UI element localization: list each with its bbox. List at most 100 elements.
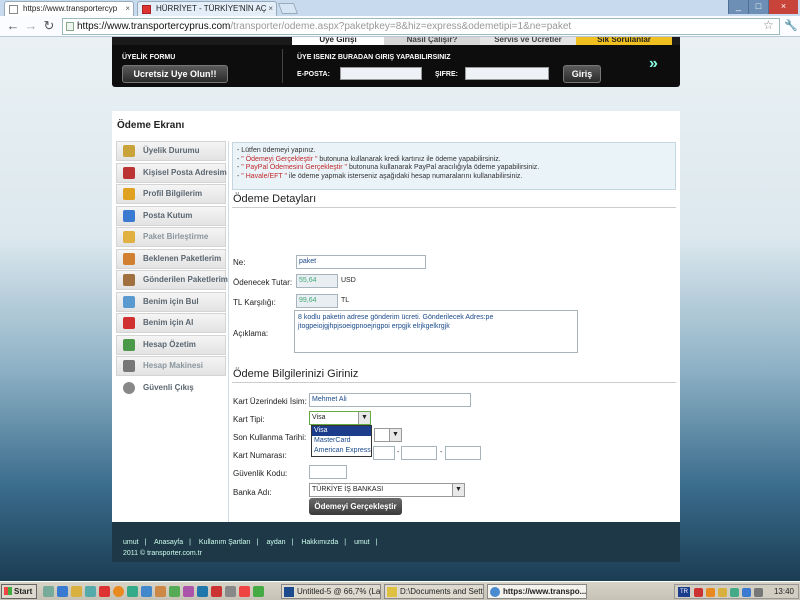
browser-tab-transporter[interactable]: https://www.transportercyp × bbox=[4, 1, 134, 16]
son-kullanma-label: Son Kullanma Tarihi: bbox=[233, 433, 307, 442]
sidebar-item-hesap-makinesi[interactable]: Hesap Makinesi bbox=[116, 356, 226, 376]
aciklama-textarea[interactable]: 8 kodlu paketin adrese gönderim ücreti. … bbox=[294, 310, 578, 353]
star-icon[interactable]: ☆ bbox=[763, 18, 774, 32]
address-bar[interactable]: https://www.transportercyprus.com/transp… bbox=[62, 18, 780, 35]
banka-label: Banka Adı: bbox=[233, 488, 272, 497]
kart-tipi-dropdown[interactable]: Visa MasterCard American Express bbox=[311, 425, 372, 457]
task-explorer[interactable]: D:\Documents and Settin... bbox=[384, 584, 484, 599]
wrench-icon[interactable]: 🔧 bbox=[784, 19, 798, 32]
app-icon[interactable] bbox=[127, 586, 138, 597]
sidebar-item-kisisel-posta-adresim[interactable]: Kişisel Posta Adresim bbox=[116, 162, 227, 183]
tray-icon[interactable] bbox=[694, 588, 703, 597]
option-american-express[interactable]: American Express bbox=[312, 446, 371, 456]
reload-icon[interactable]: ↻ bbox=[40, 18, 58, 34]
submit-payment-button[interactable]: Ödemeyi Gerçekleştir bbox=[309, 498, 402, 515]
ie-icon[interactable] bbox=[57, 586, 68, 597]
chrome-icon bbox=[490, 587, 500, 597]
tray-icon[interactable] bbox=[742, 588, 751, 597]
sidebar-item-paket-birlestirme[interactable]: Paket Birleştirme bbox=[116, 227, 226, 247]
site-nav: Üye Girişi Nasıl Çalışır? Servis ve Ücre… bbox=[112, 37, 680, 45]
maximize-icon[interactable]: □ bbox=[748, 0, 768, 14]
browser-tab-hurriyet[interactable]: HÜRRİYET - TÜRKİYE'NİN AÇ × bbox=[137, 1, 277, 16]
sidebar-item-gonderilen-paketlerim[interactable]: Gönderilen Paketlerim bbox=[116, 270, 228, 290]
start-button[interactable]: Start bbox=[1, 584, 37, 599]
ne-input[interactable]: paket bbox=[296, 255, 426, 269]
tray-icon[interactable] bbox=[706, 588, 715, 597]
son-kullanma-year-select[interactable]: ▼ bbox=[374, 428, 402, 442]
incoming-package-icon bbox=[123, 252, 135, 265]
free-signup-button[interactable]: Ucretsiz Uye Olun!! bbox=[122, 65, 228, 83]
taskbar: Start Untitled-5 @ 66,7% (Lay... D:\Docu… bbox=[0, 581, 800, 600]
sidebar-item-guvenli-cikis[interactable]: Güvenli Çıkış bbox=[116, 377, 226, 398]
close-tab-icon[interactable]: × bbox=[268, 4, 273, 13]
forward-icon[interactable]: → bbox=[22, 18, 40, 34]
kart-no-input-3[interactable] bbox=[401, 446, 437, 460]
close-window-icon[interactable]: × bbox=[768, 0, 798, 14]
password-label: ŞIFRE: bbox=[435, 71, 458, 78]
app-icon[interactable] bbox=[225, 586, 236, 597]
window-controls: _ □ × bbox=[728, 0, 798, 14]
desktop-icon[interactable] bbox=[43, 586, 54, 597]
login-button[interactable]: Giriş bbox=[563, 65, 601, 83]
double-chevron-right-icon[interactable]: » bbox=[649, 55, 658, 73]
sidebar: Üyelik Durumu Kişisel Posta Adresim Prof… bbox=[116, 141, 228, 399]
app-icon[interactable] bbox=[141, 586, 152, 597]
nav-servis-ucretler[interactable]: Servis ve Ücretler bbox=[480, 37, 576, 45]
app-icon[interactable] bbox=[169, 586, 180, 597]
kart-no-input-2[interactable] bbox=[373, 446, 395, 460]
footer-link-hakkimizda[interactable]: Hakkımızda bbox=[301, 539, 338, 546]
language-indicator[interactable]: TR bbox=[678, 587, 690, 597]
sidebar-item-posta-kutum[interactable]: Posta Kutum bbox=[116, 205, 226, 226]
guvenlik-input[interactable] bbox=[309, 465, 347, 479]
sidebar-item-hesap-ozetim[interactable]: Hesap Özetim bbox=[116, 334, 226, 355]
option-visa[interactable]: Visa bbox=[312, 426, 371, 436]
task-photoshop[interactable]: Untitled-5 @ 66,7% (Lay... bbox=[281, 584, 381, 599]
footer-link-aydan[interactable]: aydan bbox=[266, 539, 285, 546]
app-icon[interactable] bbox=[197, 586, 208, 597]
tray-icon[interactable] bbox=[718, 588, 727, 597]
footer-link-kullanim-sartlari[interactable]: Kullanım Şartları bbox=[199, 539, 251, 546]
firefox-icon[interactable] bbox=[113, 586, 124, 597]
windows-logo-icon bbox=[4, 587, 12, 595]
kart-no-input-4[interactable] bbox=[445, 446, 481, 460]
email-input[interactable] bbox=[340, 67, 422, 80]
footer-link-umut-2[interactable]: umut bbox=[354, 539, 370, 546]
back-icon[interactable]: ← bbox=[4, 18, 22, 34]
sidebar-item-profil-bilgilerim[interactable]: Profil Bilgilerim bbox=[116, 184, 226, 204]
web-page: Üye Girişi Nasıl Çalışır? Servis ve Ücre… bbox=[0, 37, 800, 581]
new-tab-button[interactable] bbox=[277, 3, 299, 14]
banka-select[interactable]: TÜRKİYE İŞ BANKASI ▼ bbox=[309, 483, 465, 497]
nav-sik-sorulanlar[interactable]: Sık Sorulanlar bbox=[576, 37, 672, 45]
sidebar-item-beklenen-paketlerim[interactable]: Beklenen Paketlerim bbox=[116, 248, 226, 269]
volume-icon[interactable] bbox=[754, 588, 763, 597]
ne-label: Ne: bbox=[233, 258, 246, 267]
close-tab-icon[interactable]: × bbox=[125, 4, 130, 13]
password-input[interactable] bbox=[465, 67, 549, 80]
task-chrome[interactable]: https://www.transpo... bbox=[487, 584, 587, 599]
email-label: E-POSTA: bbox=[297, 71, 330, 78]
app-icon[interactable] bbox=[211, 586, 222, 597]
sidebar-item-benim-icin-bul[interactable]: Benim için Bul bbox=[116, 291, 226, 312]
sidebar-item-benim-icin-al[interactable]: Benim için Al bbox=[116, 313, 226, 333]
app-icon[interactable] bbox=[99, 586, 110, 597]
browser-nav-bar: ← → ↻ https://www.transportercyprus.com/… bbox=[0, 16, 800, 37]
media-icon[interactable] bbox=[85, 586, 96, 597]
minimize-icon[interactable]: _ bbox=[728, 0, 748, 14]
nav-nasil-calisir[interactable]: Nasıl Çalışır? bbox=[384, 37, 480, 45]
app-icon[interactable] bbox=[239, 586, 250, 597]
kart-isim-input[interactable]: Mehmet Ali bbox=[309, 393, 471, 407]
app-icon[interactable] bbox=[183, 586, 194, 597]
footer: umut | Anasayfa | Kullanım Şartları | aydan… bbox=[112, 522, 680, 562]
folder-icon[interactable] bbox=[71, 586, 82, 597]
option-mastercard[interactable]: MasterCard bbox=[312, 436, 371, 446]
app-icon[interactable] bbox=[253, 586, 264, 597]
clock: 13:40 bbox=[773, 587, 794, 596]
app-icon[interactable] bbox=[155, 586, 166, 597]
sidebar-item-uyelik-durumu[interactable]: Üyelik Durumu bbox=[116, 141, 226, 161]
kart-tipi-select[interactable]: Visa ▼ bbox=[309, 411, 371, 425]
footer-link-anasayfa[interactable]: Anasayfa bbox=[154, 539, 183, 546]
nav-uye-girisi[interactable]: Üye Girişi bbox=[292, 37, 384, 45]
kart-tipi-label: Kart Tipi: bbox=[233, 415, 265, 424]
tray-icon[interactable] bbox=[730, 588, 739, 597]
footer-link-umut[interactable]: umut bbox=[123, 539, 139, 546]
